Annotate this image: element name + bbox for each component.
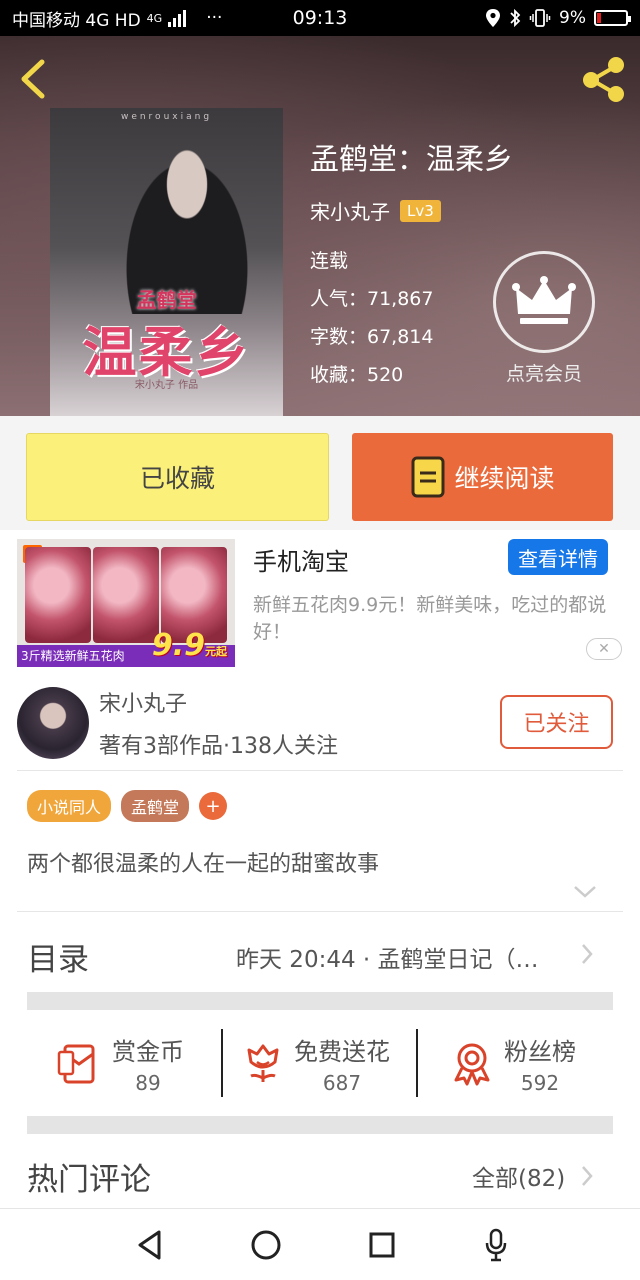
- back-button[interactable]: [14, 54, 54, 104]
- continue-reading-button[interactable]: 继续阅读: [352, 433, 613, 521]
- stat-value: 592: [520, 1070, 560, 1095]
- popularity-stat: 人气：71,867: [310, 288, 434, 310]
- send-flower-button[interactable]: 免费送花 687: [242, 1027, 390, 1099]
- word-count-stat: 字数：67,814: [310, 326, 434, 348]
- more-icon: ···: [206, 8, 223, 28]
- chevron-right-icon: [582, 944, 593, 964]
- red-envelope-icon: [57, 1044, 95, 1084]
- ad-image[interactable]: 淘 3斤精选新鲜五花肉 9.9元起: [17, 539, 235, 667]
- author-row: 宋小丸子 Lv3: [310, 196, 441, 225]
- status-bar: 中国移动 4G HD 4G ··· 09:13 9%: [0, 0, 640, 36]
- share-button[interactable]: [578, 54, 630, 104]
- carrier-label: 中国移动 4G HD: [12, 10, 141, 31]
- microphone-icon: [485, 1228, 507, 1262]
- share-icon: [583, 57, 624, 102]
- cover-author: 宋小丸子 作品: [134, 380, 199, 391]
- follow-button[interactable]: 已关注: [500, 695, 613, 749]
- collect-label: 已收藏: [139, 464, 215, 493]
- continue-reading-label: 继续阅读: [454, 464, 555, 493]
- nav-voice-button[interactable]: [478, 1227, 514, 1263]
- stat-label: 粉丝榜: [504, 1037, 576, 1066]
- meat-photo-1: [25, 547, 91, 643]
- stat-label: 赏金币: [112, 1037, 184, 1066]
- book-title: 孟鹤堂：温柔乡: [310, 142, 514, 176]
- location-icon: [486, 9, 501, 27]
- fan-ranking-button[interactable]: 粉丝榜 592: [450, 1027, 576, 1099]
- flower-icon: [247, 1044, 279, 1082]
- level-badge: Lv3: [400, 199, 441, 222]
- tag-list: 小说同人 孟鹤堂 +: [27, 790, 228, 822]
- divider: [416, 1029, 418, 1097]
- medal-icon: [454, 1043, 490, 1086]
- divider: [17, 911, 623, 912]
- battery-percent: 9%: [559, 8, 586, 28]
- network-label: 4G: [146, 11, 163, 25]
- toc-latest-chapter: 昨天 20:44 · 孟鹤堂日记（…: [236, 947, 539, 973]
- serial-status: 连载: [310, 250, 349, 272]
- book-meta: 连载 人气：71,867 字数：67,814 收藏：520: [310, 242, 433, 394]
- ad-title: 手机淘宝: [253, 548, 349, 576]
- vip-button[interactable]: 点亮会员: [493, 251, 595, 386]
- avatar[interactable]: [17, 687, 89, 759]
- crown-icon: [493, 251, 595, 353]
- meat-photo-2: [93, 547, 159, 643]
- divider: [17, 770, 623, 771]
- all-comments-label: 全部(82): [472, 1166, 566, 1192]
- nav-home-button[interactable]: [248, 1227, 284, 1263]
- author-card-stats: 著有3部作品·138人关注: [99, 734, 338, 759]
- section-separator: [27, 1116, 613, 1134]
- ad-price: 9.9元起: [151, 628, 227, 663]
- battery-icon: [594, 10, 631, 26]
- tag-fanfic[interactable]: 小说同人: [27, 790, 112, 822]
- system-nav-bar: [0, 1208, 640, 1280]
- divider: [221, 1029, 223, 1097]
- content-panel: 宋小丸子 著有3部作品·138人关注 已关注 小说同人 孟鹤堂 + 两个都很温柔…: [0, 672, 640, 1208]
- square-recents-icon: [369, 1232, 395, 1258]
- nav-recents-button[interactable]: [364, 1227, 400, 1263]
- author-card-name[interactable]: 宋小丸子: [99, 686, 187, 718]
- book-header: wenrouxiang 孟鹤堂 温柔乡 宋小丸子 作品 孟鹤堂：温柔乡 宋小丸子…: [0, 36, 640, 416]
- collect-button[interactable]: 已收藏: [26, 433, 329, 521]
- author-name[interactable]: 宋小丸子: [310, 196, 390, 225]
- favorites-stat: 收藏：520: [310, 364, 404, 386]
- nav-back-button[interactable]: [132, 1227, 168, 1263]
- book-icon: [411, 456, 445, 498]
- synopsis: 两个都很温柔的人在一起的甜蜜故事: [27, 852, 380, 877]
- back-arrow-icon: [21, 59, 45, 99]
- add-tag-button[interactable]: +: [199, 792, 228, 820]
- ad-close-button[interactable]: ✕: [586, 638, 622, 660]
- hot-comments-label: 热门评论: [27, 1162, 151, 1198]
- stat-value: 687: [322, 1070, 362, 1095]
- signal-icon: [168, 9, 187, 27]
- ad-description: 新鲜五花肉9.9元！新鲜美味，吃过的都说好！: [253, 594, 607, 643]
- ad-details-button[interactable]: 查看详情: [508, 539, 608, 575]
- book-cover[interactable]: wenrouxiang 孟鹤堂 温柔乡 宋小丸子 作品: [50, 108, 283, 416]
- ad-banner[interactable]: 淘 3斤精选新鲜五花肉 9.9元起 手机淘宝 查看详情 新鲜五花肉9.9元！新鲜…: [0, 530, 640, 672]
- cover-pinyin: wenrouxiang: [120, 112, 213, 122]
- vibrate-icon: [529, 9, 551, 27]
- section-separator: [27, 992, 613, 1010]
- stat-label: 免费送花: [294, 1037, 390, 1066]
- triangle-back-icon: [138, 1230, 161, 1260]
- reward-coins-button[interactable]: 赏金币 89: [56, 1027, 184, 1099]
- vip-label: 点亮会员: [505, 363, 582, 385]
- expand-chevron-icon[interactable]: [572, 884, 598, 900]
- toc-label: 目录: [27, 942, 89, 978]
- stat-value: 89: [135, 1070, 161, 1095]
- chevron-right-icon: [582, 1166, 593, 1186]
- tag-menghetang[interactable]: 孟鹤堂: [121, 790, 190, 822]
- circle-home-icon: [251, 1230, 281, 1260]
- bluetooth-icon: [510, 8, 521, 28]
